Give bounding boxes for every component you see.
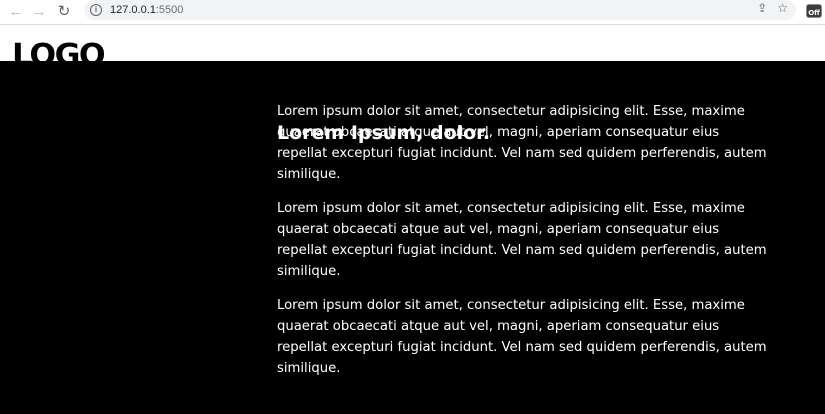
address-bar-actions: ⇪ ☆: [757, 2, 788, 14]
address-bar[interactable]: i 127.0.0.1:5500 ⇪ ☆: [84, 0, 796, 20]
site-header: LOGO: [0, 25, 825, 71]
content-block: Lorem Ipsum, dolor. Lorem ipsum dolor si…: [277, 104, 767, 392]
browser-toolbar: ← → ↻ i 127.0.0.1:5500 ⇪ ☆ Off: [0, 0, 825, 22]
forward-arrow-icon[interactable]: →: [29, 1, 49, 21]
url-text[interactable]: 127.0.0.1:5500: [110, 4, 183, 16]
paragraph-2: Lorem ipsum dolor sit amet, consectetur …: [277, 201, 767, 279]
page-heading: Lorem Ipsum, dolor.: [277, 122, 491, 144]
paragraph-3: Lorem ipsum dolor sit amet, consectetur …: [277, 298, 767, 376]
reload-icon[interactable]: ↻: [54, 1, 74, 21]
site-info-icon[interactable]: i: [90, 4, 102, 16]
extension-icon[interactable]: Off: [804, 1, 824, 21]
back-arrow-icon[interactable]: ←: [6, 1, 26, 21]
extension-badge: Off: [806, 4, 822, 18]
url-host: 127.0.0.1: [110, 4, 156, 16]
main-section: Lorem Ipsum, dolor. Lorem ipsum dolor si…: [0, 61, 825, 414]
bookmark-star-icon[interactable]: ☆: [777, 2, 788, 14]
share-icon[interactable]: ⇪: [757, 2, 767, 14]
url-port: :5500: [155, 4, 184, 16]
